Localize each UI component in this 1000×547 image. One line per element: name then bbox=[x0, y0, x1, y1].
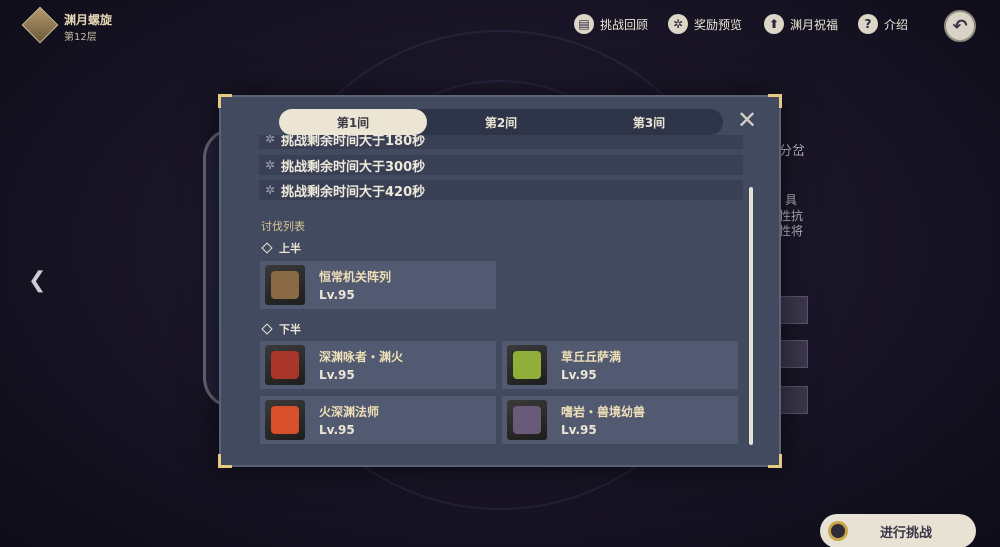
tab-chamber-2[interactable]: 第2间 bbox=[427, 109, 575, 135]
condition-text: 挑战剩余时间大于300秒 bbox=[281, 159, 426, 175]
page-title: 渊月螺旋 bbox=[64, 13, 113, 27]
enemy-portrait-shape bbox=[513, 351, 541, 379]
spiral-abyss-logo-icon bbox=[21, 6, 59, 44]
previous-chamber-arrow-icon[interactable]: ❮ bbox=[28, 268, 46, 293]
nav-label: 介绍 bbox=[884, 17, 909, 32]
nav-intro[interactable]: ? 介绍 bbox=[858, 14, 908, 34]
enemy-portrait-shape bbox=[513, 406, 541, 434]
background-slot bbox=[780, 340, 808, 368]
enemy-name: 草丘丘萨满 bbox=[561, 350, 622, 364]
star-icon: ✲ bbox=[264, 135, 276, 146]
frame-corner bbox=[218, 94, 232, 108]
scrollbar-thumb[interactable] bbox=[749, 187, 753, 445]
tab-chamber-1[interactable]: 第1间 bbox=[279, 109, 427, 135]
enemy-portrait bbox=[265, 345, 305, 385]
chamber-detail-scroll[interactable]: ✲ 挑战剩余时间大于180秒 ✲ 挑战剩余时间大于300秒 ✲ 挑战剩余时间大于… bbox=[259, 135, 743, 445]
enemy-list-title: 讨伐列表 bbox=[261, 220, 305, 233]
nav-challenge-review[interactable]: ▤ 挑战回顾 bbox=[574, 14, 648, 34]
chamber-detail-modal: 第1间 第2间 第3间 ✕ ✲ 挑战剩余时间大于180秒 ✲ 挑战剩余时间大于3… bbox=[218, 94, 782, 468]
back-button[interactable]: ↶ bbox=[944, 10, 976, 42]
back-arrow-icon: ↶ bbox=[952, 15, 968, 37]
star-condition: ✲ 挑战剩余时间大于300秒 bbox=[259, 155, 743, 175]
condition-text: 挑战剩余时间大于180秒 bbox=[281, 135, 426, 149]
background-slot bbox=[780, 296, 808, 324]
background-text: 性将 bbox=[779, 224, 804, 238]
background-text: 分岔 bbox=[779, 144, 806, 159]
background-slot bbox=[780, 386, 808, 414]
enemy-portrait bbox=[265, 400, 305, 440]
background-text: 具 bbox=[785, 193, 798, 207]
enemy-card[interactable]: 草丘丘萨满 Lv.95 bbox=[502, 341, 738, 389]
condition-text: 挑战剩余时间大于420秒 bbox=[281, 184, 426, 200]
frame-corner bbox=[768, 454, 782, 468]
star-icon: ✲ bbox=[668, 14, 688, 34]
enemy-card[interactable]: 火深渊法师 Lv.95 bbox=[260, 396, 496, 444]
diamond-icon bbox=[261, 242, 273, 254]
enemy-name: 恒常机关阵列 bbox=[319, 270, 392, 284]
enemy-portrait bbox=[507, 345, 547, 385]
half-label-text: 下半 bbox=[279, 323, 301, 336]
nav-label: 挑战回顾 bbox=[600, 17, 649, 32]
enemy-level: Lv.95 bbox=[561, 368, 597, 382]
nav-label: 渊月祝福 bbox=[790, 17, 839, 32]
enemy-level: Lv.95 bbox=[319, 423, 355, 437]
enemy-card[interactable]: 嗜岩・兽境幼兽 Lv.95 bbox=[502, 396, 738, 444]
star-condition: ✲ 挑战剩余时间大于420秒 bbox=[259, 180, 743, 200]
enemy-name: 深渊咏者・渊火 bbox=[319, 350, 404, 364]
nav-reward-preview[interactable]: ✲ 奖励预览 bbox=[668, 14, 742, 34]
enemy-portrait bbox=[507, 400, 547, 440]
chamber-tabs: 第1间 第2间 第3间 bbox=[279, 109, 723, 135]
diamond-icon bbox=[261, 323, 273, 335]
enemy-portrait bbox=[265, 265, 305, 305]
enemy-portrait-shape bbox=[271, 351, 299, 379]
start-challenge-button[interactable]: 进行挑战 bbox=[820, 514, 976, 547]
frame-corner bbox=[218, 454, 232, 468]
close-icon[interactable]: ✕ bbox=[737, 107, 757, 133]
challenge-icon bbox=[828, 521, 848, 541]
nav-blessing[interactable]: ⬆ 渊月祝福 bbox=[764, 14, 838, 34]
enemy-portrait-shape bbox=[271, 271, 299, 299]
enemy-level: Lv.95 bbox=[319, 368, 355, 382]
star-condition: ✲ 挑战剩余时间大于180秒 bbox=[259, 135, 743, 149]
question-icon: ? bbox=[858, 14, 878, 34]
star-icon: ✲ bbox=[264, 158, 276, 172]
frame-corner bbox=[768, 94, 782, 108]
enemy-name: 火深渊法师 bbox=[319, 405, 380, 419]
enemy-level: Lv.95 bbox=[319, 288, 355, 302]
floor-label: 第12层 bbox=[64, 32, 97, 43]
enemy-card[interactable]: 深渊咏者・渊火 Lv.95 bbox=[260, 341, 496, 389]
second-half-label: 下半 bbox=[261, 321, 301, 337]
book-icon: ▤ bbox=[574, 14, 594, 34]
top-bar: 渊月螺旋 第12层 ▤ 挑战回顾 ✲ 奖励预览 ⬆ 渊月祝福 ? 介绍 ↶ bbox=[0, 0, 1000, 52]
half-label-text: 上半 bbox=[279, 242, 301, 255]
enemy-portrait-shape bbox=[271, 406, 299, 434]
tab-chamber-3[interactable]: 第3间 bbox=[575, 109, 723, 135]
enemy-level: Lv.95 bbox=[561, 423, 597, 437]
first-half-label: 上半 bbox=[261, 240, 301, 256]
star-icon: ✲ bbox=[264, 183, 276, 197]
enemy-card[interactable]: 恒常机关阵列 Lv.95 bbox=[260, 261, 496, 309]
nav-label: 奖励预览 bbox=[694, 17, 743, 32]
upload-icon: ⬆ bbox=[764, 14, 784, 34]
start-challenge-label: 进行挑战 bbox=[880, 525, 933, 541]
enemy-name: 嗜岩・兽境幼兽 bbox=[561, 405, 646, 419]
